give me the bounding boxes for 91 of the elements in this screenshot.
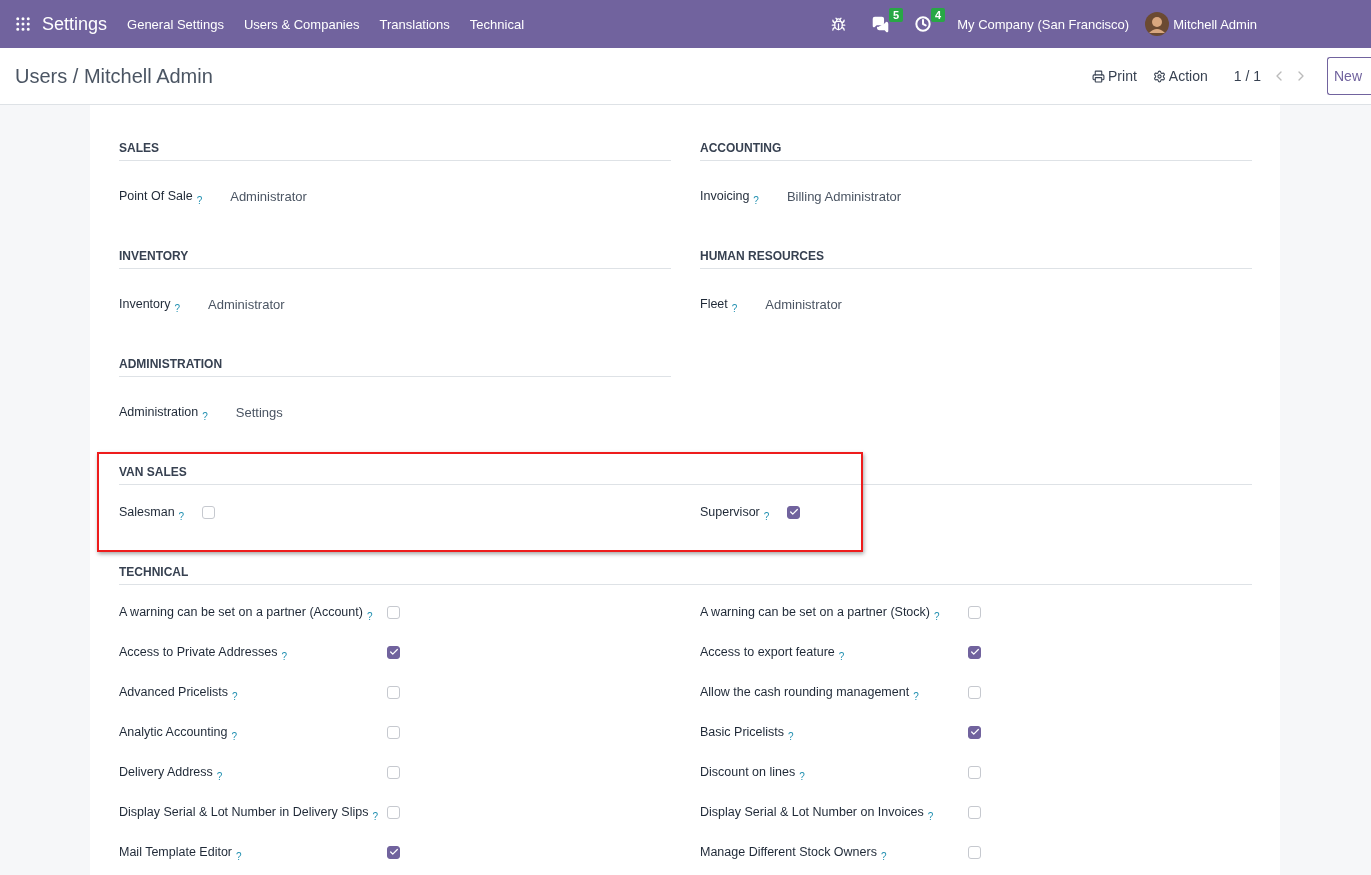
field-label: Invoicing — [700, 189, 750, 203]
field-label: A warning can be set on a partner (Account) — [119, 605, 363, 619]
checkbox[interactable] — [968, 685, 981, 699]
field-label: Discount on lines — [700, 765, 796, 779]
section-title: VAN SALES — [119, 465, 187, 479]
help-marker[interactable]: ? — [913, 690, 919, 702]
help-marker[interactable]: ? — [174, 302, 180, 314]
section-title: INVENTORY — [119, 249, 189, 263]
help-marker[interactable]: ? — [880, 850, 887, 862]
chat-icon[interactable] — [872, 15, 890, 33]
field-label: Access to Private Addresses — [119, 645, 278, 659]
help-marker[interactable]: ? — [232, 690, 238, 702]
help-marker[interactable]: ? — [196, 194, 203, 206]
new-button[interactable]: New — [1327, 57, 1371, 95]
field-label: Allow the cash rounding management — [700, 685, 910, 699]
checkbox[interactable] — [387, 725, 400, 739]
checkbox[interactable] — [968, 765, 981, 779]
checkbox[interactable] — [968, 845, 981, 859]
checkbox[interactable] — [202, 505, 216, 519]
breadcrumb: Users / Mitchell Admin — [15, 64, 213, 88]
clock-icon[interactable] — [915, 16, 932, 32]
apps-menu-icon[interactable] — [14, 15, 32, 33]
checkbox[interactable] — [787, 505, 801, 519]
user-menu[interactable]: Mitchell Admin — [1173, 16, 1257, 32]
field-value[interactable]: Administrator — [765, 296, 842, 312]
menu-item[interactable]: Technical — [469, 16, 525, 32]
action-button[interactable]: Action — [1152, 68, 1208, 84]
help-marker[interactable]: ? — [216, 770, 223, 782]
help-marker[interactable]: ? — [799, 770, 805, 782]
field-label: Basic Pricelists — [700, 725, 785, 739]
field-label: Inventory — [119, 297, 171, 311]
field-label: Administration — [119, 405, 199, 419]
pager: 1 / 1 — [1233, 68, 1261, 84]
menu-item[interactable]: Users & Companies — [243, 16, 360, 32]
bug-icon[interactable] — [831, 16, 847, 32]
field-label: Display Serial & Lot Number on Invoices — [700, 805, 924, 819]
field-label: Display Serial & Lot Number in Delivery Slips — [119, 805, 369, 819]
checkbox[interactable] — [387, 765, 400, 779]
help-marker[interactable]: ? — [788, 730, 794, 742]
print-button[interactable]: Print — [1092, 68, 1137, 84]
help-marker[interactable]: ? — [934, 610, 940, 622]
avatar[interactable] — [1145, 12, 1170, 36]
section-title: HUMAN RESOURCES — [700, 249, 824, 263]
help-marker[interactable]: ? — [202, 410, 208, 422]
field-label: Analytic Accounting — [119, 725, 228, 739]
section-title: SALES — [119, 141, 159, 155]
field-label: Mail Template Editor — [119, 845, 232, 859]
menu-item[interactable]: Translations — [379, 16, 450, 32]
help-marker[interactable]: ? — [366, 610, 373, 622]
field-label: Point Of Sale — [119, 189, 193, 203]
checkbox[interactable] — [968, 805, 981, 819]
help-marker[interactable]: ? — [927, 810, 934, 822]
help-marker[interactable]: ? — [231, 730, 237, 742]
section-title: ADMINISTRATION — [119, 357, 223, 371]
field-label: Access to export feature — [700, 645, 835, 659]
section-title: TECHNICAL — [119, 565, 189, 579]
field-value[interactable]: Settings — [235, 404, 283, 420]
app-title[interactable]: Settings — [42, 13, 108, 35]
printer-icon — [1092, 69, 1106, 83]
field-value[interactable]: Administrator — [208, 296, 285, 312]
gear-icon — [1152, 69, 1166, 83]
field-label: Delivery Address — [119, 765, 213, 779]
checkbox[interactable] — [968, 605, 981, 619]
field-label: Supervisor — [700, 505, 760, 519]
field-label: A warning can be set on a partner (Stock) — [700, 605, 930, 619]
checkbox[interactable] — [387, 805, 400, 819]
help-marker[interactable]: ? — [731, 302, 738, 314]
field-label: Manage Different Stock Owners — [700, 845, 877, 859]
message-count-badge: 5 — [889, 7, 904, 22]
field-label: Advanced Pricelists — [119, 685, 229, 699]
section-title: ACCOUNTING — [700, 141, 782, 155]
checkbox[interactable] — [387, 645, 400, 659]
help-marker[interactable]: ? — [178, 510, 185, 522]
activity-count-badge: 4 — [931, 8, 946, 22]
field-label: Salesman — [119, 505, 175, 519]
checkbox[interactable] — [968, 725, 981, 739]
field-value[interactable]: Billing Administrator — [786, 188, 902, 204]
company-switcher[interactable]: My Company (San Francisco) — [957, 16, 1130, 32]
field-label: Fleet — [700, 297, 728, 311]
checkbox[interactable] — [968, 645, 981, 659]
field-value[interactable]: Administrator — [230, 188, 307, 204]
help-marker[interactable]: ? — [753, 194, 759, 206]
help-marker[interactable]: ? — [281, 650, 287, 662]
checkbox[interactable] — [387, 685, 400, 699]
checkbox[interactable] — [387, 845, 400, 859]
help-marker[interactable]: ? — [838, 650, 845, 662]
help-marker[interactable]: ? — [763, 510, 770, 522]
checkbox[interactable] — [387, 605, 400, 619]
help-marker[interactable]: ? — [372, 810, 378, 822]
help-marker[interactable]: ? — [236, 850, 242, 862]
menu-item[interactable]: General Settings — [127, 16, 224, 32]
